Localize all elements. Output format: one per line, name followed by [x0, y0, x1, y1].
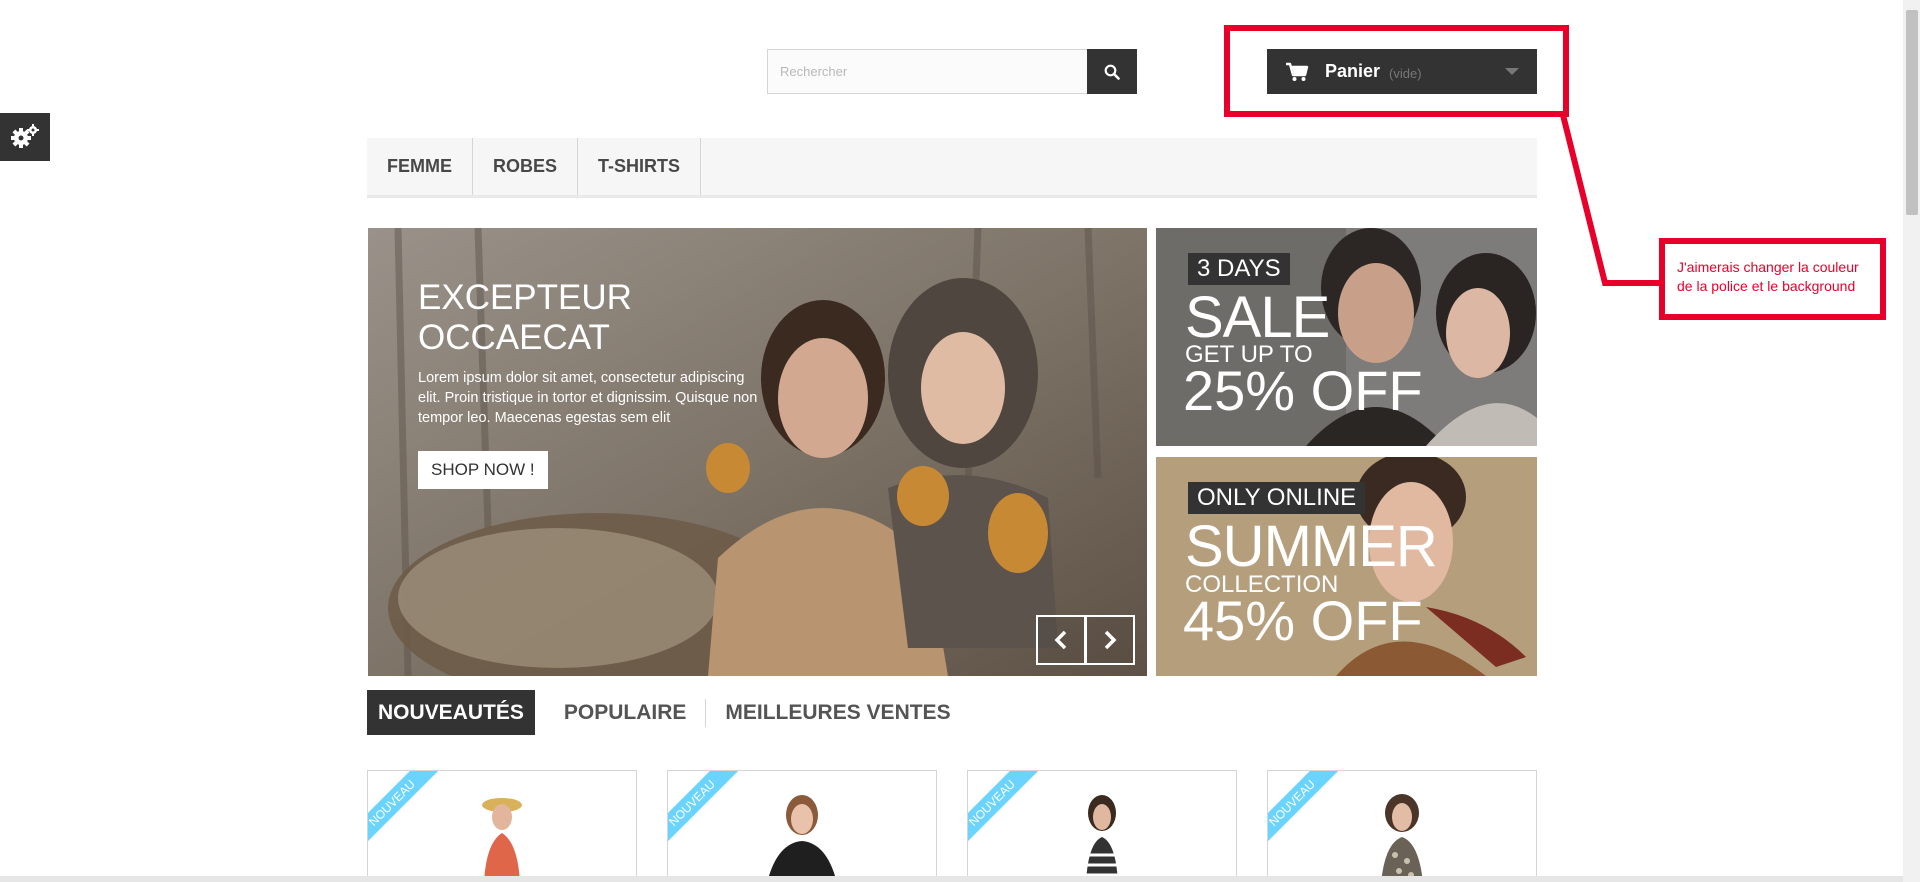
banner-headline: SUMMER — [1185, 514, 1438, 579]
summer-banner[interactable]: ONLY ONLINE SUMMER COLLECTION 45% OFF — [1156, 457, 1537, 676]
slide-content: EXCEPTEUR OCCAECAT Lorem ipsum dolor sit… — [418, 278, 763, 489]
slide-title-line1: EXCEPTEUR — [418, 278, 632, 317]
chevron-right-icon — [1104, 630, 1117, 650]
search-input[interactable] — [768, 50, 1087, 93]
new-ribbon: Nouveau — [368, 771, 452, 855]
slide-title-line2: OCCAECAT — [418, 318, 610, 357]
homepage-slider: EXCEPTEUR OCCAECAT Lorem ipsum dolor sit… — [368, 228, 1147, 676]
product-card[interactable]: Nouveau — [1267, 770, 1537, 882]
menu-item-robes[interactable]: Robes — [473, 138, 579, 195]
banner-discount: 45% OFF — [1183, 589, 1423, 652]
tab-meilleures-ventes[interactable]: Meilleures ventes — [706, 690, 969, 735]
product-card[interactable]: Nouveau — [967, 770, 1237, 882]
sale-banner[interactable]: 3 DAYS SALE GET UP TO 25% OFF — [1156, 228, 1537, 446]
chevron-left-icon — [1054, 630, 1067, 650]
annotation-highlight-box — [1224, 25, 1569, 117]
new-ribbon: Nouveau — [1268, 771, 1352, 855]
annotation-note: J'aimerais changer la couleur de la poli… — [1659, 238, 1886, 320]
scrollbar-thumb[interactable] — [1906, 10, 1918, 215]
product-image — [767, 795, 837, 881]
main-menu: Femme Robes T-shirts — [367, 138, 1537, 198]
settings-gear-icon[interactable] — [0, 113, 50, 161]
search-box — [767, 49, 1137, 94]
menu-item-femme[interactable]: Femme — [367, 138, 473, 195]
shop-now-button[interactable]: SHOP NOW ! — [418, 451, 548, 489]
slider-prev-button[interactable] — [1036, 615, 1086, 665]
product-image — [1086, 795, 1118, 881]
product-card[interactable]: Nouveau — [367, 770, 637, 882]
banner-tag: 3 DAYS — [1188, 253, 1290, 285]
product-card[interactable]: Nouveau — [667, 770, 937, 882]
banner-headline: SALE — [1185, 285, 1330, 350]
tab-populaire[interactable]: Populaire — [545, 690, 706, 735]
banner-tag: ONLY ONLINE — [1188, 482, 1366, 514]
product-image — [1381, 794, 1423, 881]
menu-item-t-shirts[interactable]: T-shirts — [578, 138, 702, 195]
slide-text: Lorem ipsum dolor sit amet, consectetur … — [418, 370, 758, 426]
search-button[interactable] — [1087, 49, 1137, 94]
search-icon — [1104, 64, 1120, 80]
banner-discount: 25% OFF — [1183, 359, 1423, 422]
product-tabs: Nouveautés Populaire Meilleures ventes — [367, 690, 970, 735]
slider-next-button[interactable] — [1085, 615, 1135, 665]
new-ribbon: Nouveau — [968, 771, 1052, 855]
vertical-scrollbar[interactable] — [1903, 0, 1920, 882]
new-ribbon: Nouveau — [668, 771, 752, 855]
product-image — [482, 798, 522, 881]
tab-nouveautes[interactable]: Nouveautés — [367, 690, 535, 735]
horizontal-scrollbar[interactable] — [0, 876, 1903, 882]
